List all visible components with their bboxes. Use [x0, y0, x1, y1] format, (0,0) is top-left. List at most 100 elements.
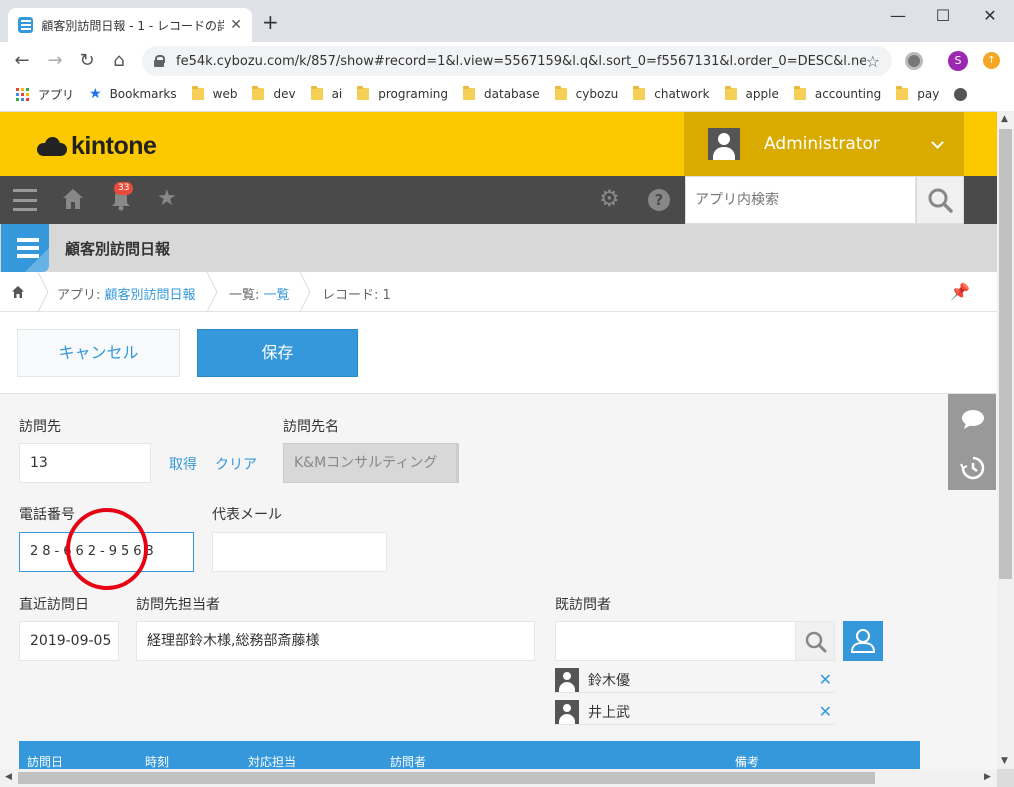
user-select-button[interactable] — [843, 621, 883, 661]
search-icon — [928, 188, 953, 213]
scroll-left-icon[interactable]: ◀ — [5, 772, 12, 782]
reload-icon[interactable]: ↻ — [75, 50, 99, 74]
comment-icon[interactable] — [961, 409, 985, 431]
user-name: Administrator — [764, 134, 880, 154]
back-icon[interactable]: ← — [10, 50, 34, 74]
vertical-scroll-thumb[interactable] — [999, 129, 1012, 579]
home-icon[interactable] — [62, 188, 84, 210]
update-icon[interactable]: ↑ — [983, 52, 1000, 69]
remove-icon[interactable]: ✕ — [819, 670, 832, 689]
help-icon[interactable]: ? — [648, 189, 670, 211]
browser-tab[interactable]: 顧客別訪問日報 - 1 - レコードの詳細 ✕ — [8, 8, 252, 42]
bookmark-star-icon[interactable]: ☆ — [866, 52, 880, 71]
breadcrumb-home-icon[interactable] — [11, 285, 25, 299]
visitor-row: 鈴木優 ✕ — [555, 667, 835, 693]
folder-icon — [463, 86, 476, 100]
cancel-button[interactable]: キャンセル — [17, 329, 180, 377]
bookmark-chatwork[interactable]: chatwork — [633, 86, 710, 101]
visitors-search-button[interactable] — [795, 621, 835, 661]
breadcrumb-view-link[interactable]: 一覧 — [264, 288, 290, 303]
bookmark-apps[interactable]: アプリ — [16, 86, 74, 103]
visit-to-input[interactable]: 13 — [19, 443, 151, 483]
bookmark-accounting[interactable]: accounting — [793, 86, 882, 101]
app-list-icon — [1, 224, 49, 272]
action-bar: キャンセル 保存 — [0, 312, 997, 394]
address-bar[interactable]: fe54k.cybozu.com/k/857/show#record=1&l.v… — [142, 46, 892, 76]
gear-icon[interactable]: ⚙ — [599, 188, 620, 211]
home-page-icon[interactable]: ⌂ — [107, 50, 131, 74]
extension-icon[interactable] — [905, 52, 923, 70]
app-search-button[interactable] — [916, 176, 964, 224]
bookmark-web[interactable]: web — [191, 86, 238, 101]
email-input[interactable] — [212, 532, 387, 572]
breadcrumb-separator — [299, 272, 311, 312]
user-menu[interactable]: Administrator — [684, 112, 964, 176]
bookmark-label: chatwork — [654, 87, 710, 101]
bookmark-apple[interactable]: apple — [724, 86, 779, 101]
bookmark-label: apple — [745, 87, 779, 101]
folder-icon — [896, 86, 909, 100]
column-header: 備考 — [735, 755, 760, 769]
breadcrumb-record: レコード: 1 — [322, 288, 391, 303]
menu-icon[interactable] — [13, 189, 37, 211]
bookmark-label: ai — [331, 87, 343, 101]
bookmark-bookmarks[interactable]: ★ Bookmarks — [89, 86, 177, 102]
bookmark-dev[interactable]: dev — [252, 86, 296, 101]
favorites-star-icon[interactable]: ★ — [157, 188, 177, 210]
scroll-down-icon[interactable]: ▼ — [1001, 756, 1008, 766]
folder-icon — [252, 86, 265, 100]
close-window-button[interactable]: ✕ — [967, 4, 1013, 28]
kintone-logo[interactable]: kintone — [37, 132, 157, 161]
bookmarks-bar: アプリ ★ Bookmarks web dev ai programing da… — [0, 80, 1014, 108]
bookmark-cybozu[interactable]: cybozu — [554, 86, 618, 101]
tab-close-icon[interactable]: ✕ — [230, 17, 242, 33]
kintone-header: kintone Administrator — [0, 111, 997, 176]
tab-title: 顧客別訪問日報 - 1 - レコードの詳細 — [41, 18, 225, 33]
bookmark-database[interactable]: database — [463, 86, 540, 101]
bookmark-globe[interactable] — [954, 87, 968, 101]
annotation-circle — [66, 508, 148, 590]
maximize-button[interactable]: ☐ — [920, 4, 966, 28]
profile-avatar[interactable]: S — [948, 51, 968, 71]
minimize-button[interactable]: — — [875, 4, 921, 28]
visitor-name: 井上武 — [588, 704, 630, 721]
lookup-get-link[interactable]: 取得 — [169, 454, 197, 474]
save-button[interactable]: 保存 — [197, 329, 358, 377]
bookmark-programing[interactable]: programing — [357, 86, 448, 101]
logo-text: kintone — [71, 132, 157, 160]
column-header: 時刻 — [145, 755, 170, 769]
kintone-nav-bar: 33 ★ ⚙ ? — [0, 176, 997, 224]
new-tab-button[interactable]: + — [262, 12, 279, 32]
column-header: 対応担当 — [248, 755, 297, 769]
horizontal-scrollbar[interactable]: ◀ ▶ — [0, 769, 997, 787]
scrollbar-corner — [997, 769, 1014, 787]
bookmark-label: accounting — [814, 87, 882, 101]
bookmark-ai[interactable]: ai — [310, 86, 343, 101]
breadcrumb-separator — [37, 272, 49, 312]
folder-icon — [310, 86, 323, 100]
vertical-scrollbar[interactable]: ▲ ▼ — [997, 111, 1014, 769]
bookmark-pay[interactable]: pay — [896, 86, 940, 101]
record-form: 訪問先 13 取得 クリア 訪問先名 K&Mコンサルティング 電話番号 28-6… — [0, 394, 997, 770]
breadcrumb-app-link[interactable]: 顧客別訪問日報 — [105, 288, 196, 303]
scroll-up-icon[interactable]: ▲ — [1001, 114, 1008, 124]
visitors-search-input[interactable] — [555, 621, 796, 661]
horizontal-scroll-thumb[interactable] — [18, 772, 875, 784]
pin-icon[interactable]: 📌 — [950, 282, 970, 301]
folder-icon — [357, 86, 370, 100]
remove-icon[interactable]: ✕ — [819, 702, 832, 721]
history-icon[interactable] — [960, 455, 986, 481]
visit-to-label: 訪問先 — [19, 419, 61, 435]
subtable-header: 訪問日 時刻 対応担当 訪問者 備考 — [19, 741, 920, 770]
contact-input[interactable]: 経理部鈴木様,総務部斎藤様 — [136, 621, 535, 661]
app-search-input[interactable] — [685, 176, 916, 224]
lock-icon — [154, 55, 165, 67]
last-visit-label: 直近訪問日 — [19, 597, 89, 613]
bookmark-label: pay — [917, 87, 940, 101]
scroll-right-icon[interactable]: ▶ — [984, 772, 991, 782]
lookup-clear-link[interactable]: クリア — [215, 454, 257, 474]
last-visit-date-input[interactable]: 2019-09-05 — [19, 621, 119, 661]
bookmark-label: web — [212, 87, 238, 101]
forward-icon[interactable]: → — [43, 50, 67, 74]
breadcrumb-separator — [206, 272, 218, 312]
